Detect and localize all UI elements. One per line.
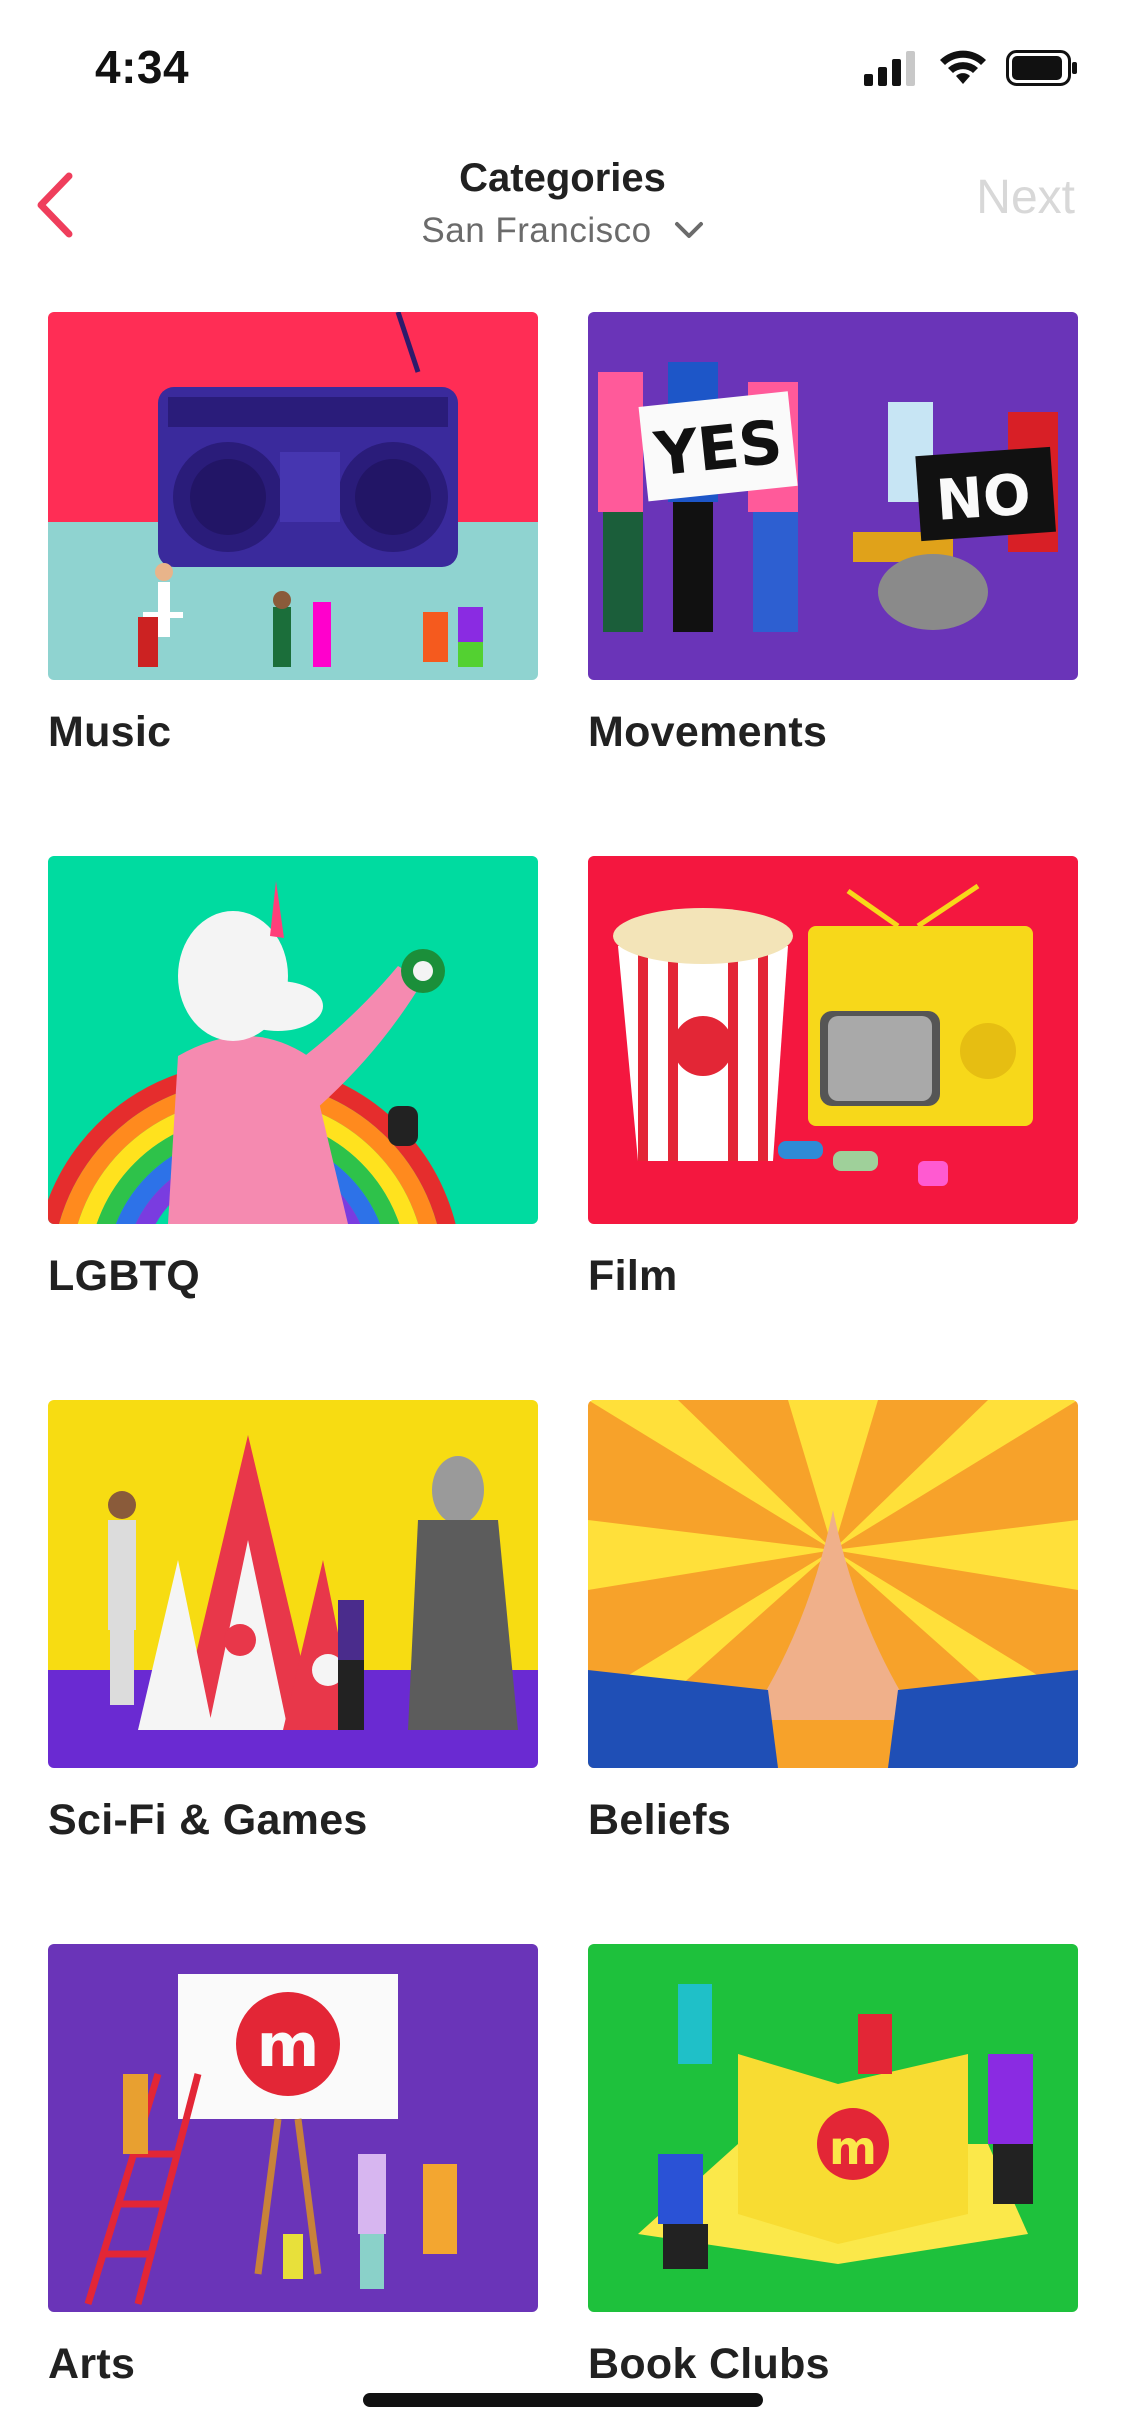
cellular-signal-icon: [864, 51, 915, 86]
next-button[interactable]: Next: [976, 170, 1075, 225]
category-card-film[interactable]: Film: [588, 856, 1078, 1400]
nav-center: Categories San Francisco: [0, 150, 1125, 256]
svg-text:m: m: [829, 2121, 877, 2175]
category-label: Movements: [588, 708, 828, 756]
category-card-scifi-games[interactable]: Sci-Fi & Games: [48, 1400, 538, 1944]
status-bar: 4:34: [0, 0, 1125, 135]
status-icons: [864, 50, 1080, 86]
battery-icon: [1006, 50, 1077, 86]
home-indicator[interactable]: [363, 2393, 763, 2407]
svg-text:m: m: [257, 2011, 320, 2081]
category-image-beliefs: [588, 1400, 1078, 1768]
navigation-bar: Categories San Francisco Next: [0, 150, 1125, 260]
category-label: Arts: [48, 2340, 136, 2388]
status-time: 4:34: [95, 41, 190, 93]
location-label: San Francisco: [421, 211, 652, 250]
category-card-lgbtq[interactable]: LGBTQ: [48, 856, 538, 1400]
chevron-down-icon: [674, 222, 703, 238]
sign-yes-text: YES: [650, 407, 785, 490]
category-image-arts: m: [48, 1944, 538, 2312]
category-image-movements: YES NO: [588, 312, 1078, 680]
category-grid: Music YES NO Movements LGBTQ Film Sci-Fi…: [48, 312, 1078, 2436]
page-title: Categories: [459, 156, 666, 200]
category-image-music: [48, 312, 538, 680]
category-label: Music: [48, 708, 172, 756]
category-image-book-clubs: m: [588, 1944, 1078, 2312]
category-card-music[interactable]: Music: [48, 312, 538, 856]
category-card-book-clubs[interactable]: m Book Clubs: [588, 1944, 1078, 2436]
category-label: Beliefs: [588, 1796, 732, 1844]
category-label: Book Clubs: [588, 2340, 830, 2388]
category-image-lgbtq: [48, 856, 538, 1224]
category-image-scifi-games: [48, 1400, 538, 1768]
category-label: Film: [588, 1252, 678, 1300]
wifi-icon: [940, 50, 986, 84]
category-card-beliefs[interactable]: Beliefs: [588, 1400, 1078, 1944]
sign-no-text: NO: [934, 462, 1033, 533]
location-selector[interactable]: San Francisco: [421, 206, 703, 256]
category-image-film: [588, 856, 1078, 1224]
category-card-movements[interactable]: YES NO Movements: [588, 312, 1078, 856]
category-card-arts[interactable]: m Arts: [48, 1944, 538, 2436]
category-label: Sci-Fi & Games: [48, 1796, 368, 1844]
category-label: LGBTQ: [48, 1252, 200, 1300]
